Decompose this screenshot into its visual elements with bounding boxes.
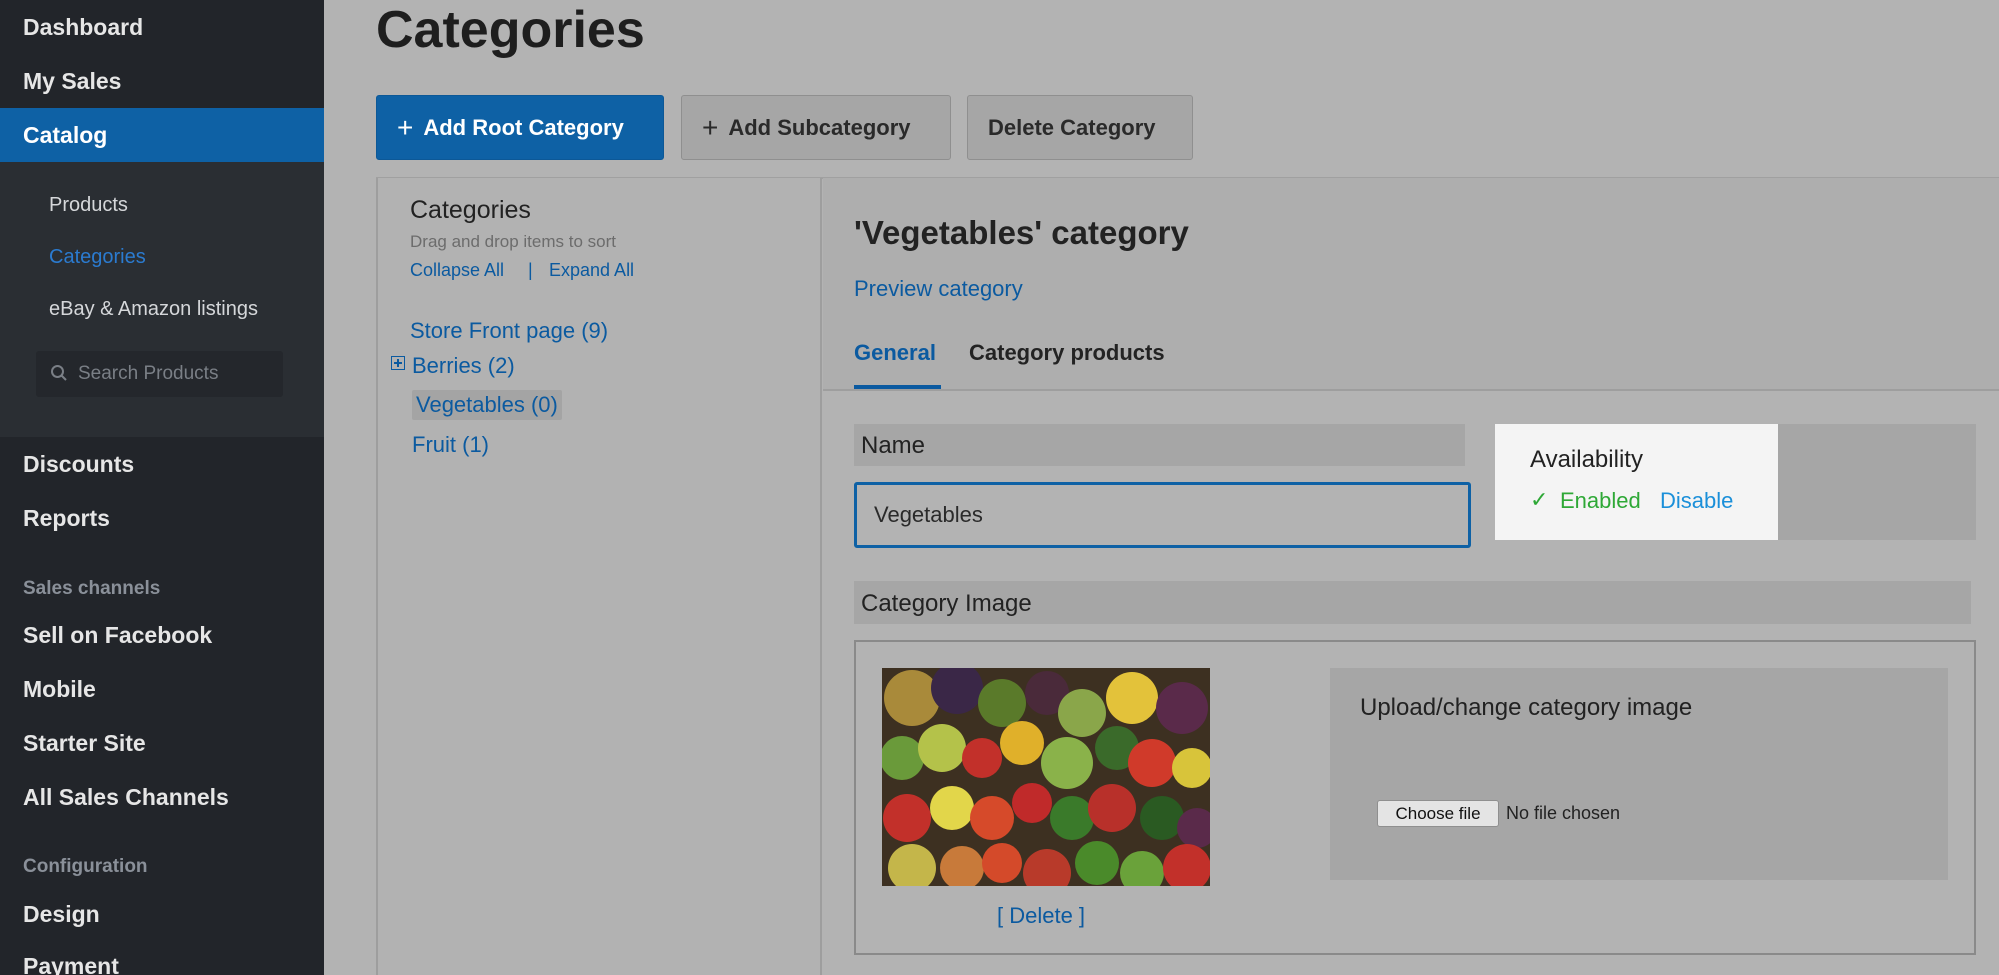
- sidebar-item-payment[interactable]: Payment: [23, 953, 119, 975]
- tab-category-products[interactable]: Category products: [969, 340, 1165, 366]
- add-subcategory-button[interactable]: + Add Subcategory: [681, 95, 951, 160]
- sidebar-heading-configuration: Configuration: [23, 856, 148, 877]
- expand-all-link[interactable]: Expand All: [549, 260, 634, 281]
- sidebar-item-starter-site[interactable]: Starter Site: [23, 730, 146, 757]
- add-root-category-button[interactable]: + Add Root Category: [376, 95, 664, 160]
- search-products-input[interactable]: Search Products: [36, 351, 283, 397]
- sidebar-item-dashboard[interactable]: Dashboard: [23, 14, 143, 41]
- category-tree-panel: [376, 178, 822, 975]
- tree-node-berries[interactable]: Berries (2): [412, 353, 515, 379]
- enabled-status: Enabled: [1560, 488, 1641, 513]
- tree-node-vegetables[interactable]: Vegetables (0): [412, 390, 562, 420]
- vegetables-photo: [882, 668, 1210, 886]
- sidebar-subitem-categories[interactable]: Categories: [49, 246, 146, 269]
- tree-node-store-front[interactable]: Store Front page (9): [410, 318, 608, 344]
- sidebar-item-mobile[interactable]: Mobile: [23, 676, 96, 703]
- availability-box: [1495, 424, 1778, 540]
- sidebar-heading-sales-channels: Sales channels: [23, 578, 161, 599]
- choose-file-button[interactable]: Choose file: [1377, 800, 1499, 827]
- disable-link[interactable]: Disable: [1660, 488, 1733, 514]
- sidebar-item-discounts[interactable]: Discounts: [23, 451, 134, 478]
- category-image-label: Category Image: [861, 590, 1032, 617]
- preview-category-link[interactable]: Preview category: [854, 276, 1023, 302]
- search-placeholder: Search Products: [78, 363, 219, 384]
- delete-category-label: Delete Category: [988, 114, 1156, 140]
- no-file-chosen-label: No file chosen: [1506, 803, 1621, 823]
- name-label-bar: [854, 424, 1465, 466]
- availability-label: Availability: [1530, 446, 1643, 473]
- delete-category-button[interactable]: Delete Category: [967, 95, 1193, 160]
- add-root-category-label: Add Root Category: [423, 114, 624, 140]
- sidebar-item-all-sales-channels[interactable]: All Sales Channels: [23, 784, 229, 811]
- sidebar-item-design[interactable]: Design: [23, 901, 100, 928]
- category-name-input[interactable]: [854, 482, 1471, 548]
- sidebar-item-catalog[interactable]: Catalog: [0, 108, 324, 162]
- upload-image-title: Upload/change category image: [1360, 694, 1693, 721]
- tab-general[interactable]: General: [854, 340, 936, 366]
- sidebar: Dashboard My Sales Catalog Products Cate…: [0, 0, 324, 975]
- sidebar-item-sell-on-facebook[interactable]: Sell on Facebook: [23, 622, 212, 649]
- category-detail-title: 'Vegetables' category: [854, 214, 1189, 251]
- plus-icon: +: [397, 111, 414, 143]
- tree-node-fruit[interactable]: Fruit (1): [412, 432, 489, 458]
- delete-image-link[interactable]: [ Delete ]: [997, 903, 1085, 929]
- active-tab-indicator: [854, 385, 941, 389]
- tree-title: Categories: [410, 196, 531, 224]
- sidebar-subitem-ebay-amazon[interactable]: eBay & Amazon listings: [49, 298, 258, 321]
- sidebar-item-reports[interactable]: Reports: [23, 505, 110, 532]
- checkmark-icon: ✓: [1530, 487, 1549, 512]
- sidebar-item-label: Catalog: [23, 122, 108, 148]
- sidebar-item-my-sales[interactable]: My Sales: [23, 68, 121, 95]
- sidebar-subitem-products[interactable]: Products: [49, 194, 128, 217]
- tree-link-separator: |: [528, 260, 533, 280]
- plus-icon: +: [702, 111, 719, 143]
- page-title: Categories: [376, 1, 645, 59]
- add-subcategory-label: Add Subcategory: [728, 114, 911, 140]
- name-label: Name: [861, 432, 926, 459]
- category-image-thumbnail: [882, 668, 1210, 886]
- search-icon: [51, 365, 67, 381]
- expand-plus-icon[interactable]: [391, 356, 405, 370]
- collapse-all-link[interactable]: Collapse All: [410, 260, 504, 281]
- tree-hint: Drag and drop items to sort: [410, 232, 616, 251]
